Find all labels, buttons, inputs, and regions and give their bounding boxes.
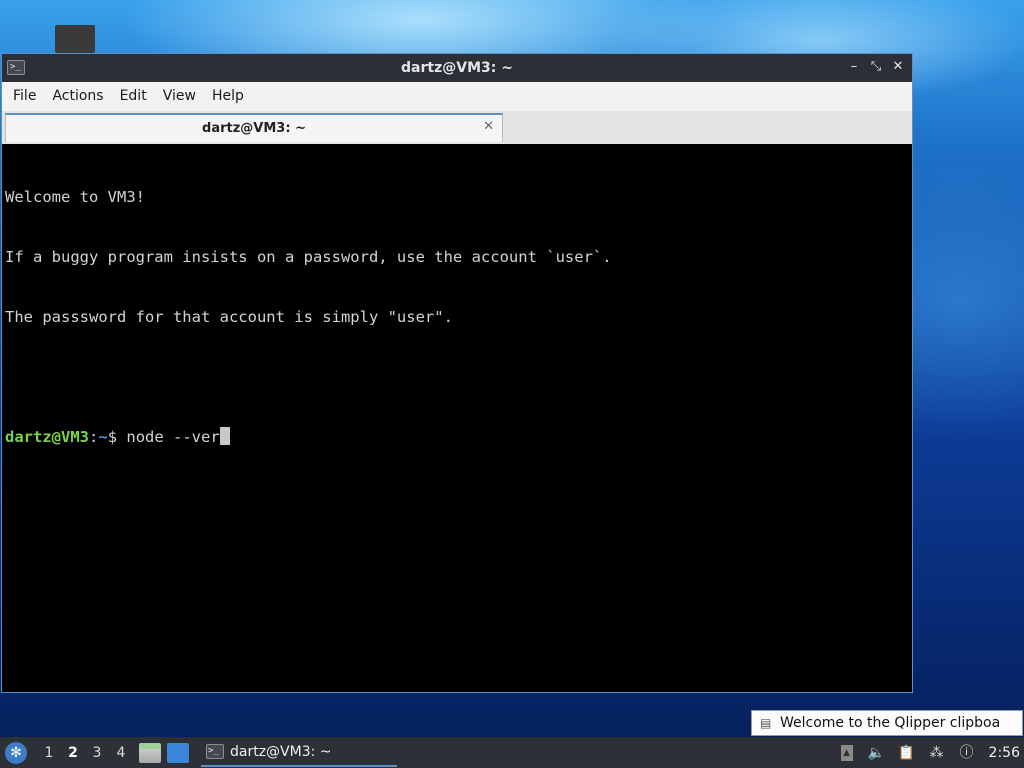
prompt-path: ~	[98, 428, 108, 446]
terminal-line: If a buggy program insists on a password…	[5, 248, 612, 266]
prompt-user: dartz@VM3	[5, 428, 89, 446]
terminal-prompt-line: dartz@VM3:~$ node --ver	[5, 427, 909, 447]
menu-view[interactable]: View	[155, 82, 204, 111]
system-tray: ▲ 🔈 📋 ⁂ ⓘ 2:56	[840, 737, 1024, 768]
terminal-line: The passsword for that account is simply…	[5, 308, 453, 326]
tab-bar: dartz@VM3: ~ ✕	[2, 111, 912, 145]
desktop-switch-2[interactable]: 2	[61, 745, 85, 761]
maximize-button[interactable]: ⤡	[868, 58, 884, 76]
show-desktop-icon[interactable]	[167, 742, 189, 763]
menu-file[interactable]: File	[5, 82, 44, 111]
update-notifier-icon[interactable]: ⓘ	[957, 743, 977, 763]
prompt-symbol: $	[107, 428, 127, 446]
desktop-switch-3[interactable]: 3	[85, 745, 109, 761]
terminal-line: Welcome to VM3!	[5, 188, 145, 206]
volume-icon[interactable]: 🔈	[867, 743, 887, 763]
tab-label: dartz@VM3: ~	[202, 121, 306, 136]
terminal-icon[interactable]: >_	[7, 60, 25, 75]
window-title: dartz@VM3: ~	[401, 60, 513, 76]
task-label: dartz@VM3: ~	[230, 743, 332, 760]
menu-actions[interactable]: Actions	[44, 82, 111, 111]
menu-help[interactable]: Help	[204, 82, 252, 111]
command-input[interactable]: node --ver	[126, 428, 219, 446]
qlipper-notification[interactable]: ▤ Welcome to the Qlipper clipboa	[751, 710, 1023, 736]
file-manager-icon[interactable]	[139, 742, 161, 763]
taskbar: ✻ 1 2 3 4 >_ dartz@VM3: ~ ▲ 🔈 📋 ⁂ ⓘ 2:56	[0, 737, 1024, 768]
desktop-switch-1[interactable]: 1	[37, 745, 61, 761]
terminal-window: >_ dartz@VM3: ~ – ⤡ ✕ File Actions Edit …	[1, 53, 913, 693]
clipboard-icon: ▤	[760, 716, 772, 730]
minimize-button[interactable]: –	[846, 58, 862, 76]
window-titlebar[interactable]: >_ dartz@VM3: ~ – ⤡ ✕	[2, 54, 912, 82]
network-icon[interactable]: ⁂	[927, 743, 947, 763]
menu-bar: File Actions Edit View Help	[2, 82, 912, 111]
notification-text: Welcome to the Qlipper clipboa	[780, 715, 1001, 731]
start-menu-icon[interactable]: ✻	[5, 741, 27, 764]
terminal-icon: >_	[206, 744, 224, 759]
clock[interactable]: 2:56	[989, 745, 1020, 761]
clipboard-tray-icon[interactable]: 📋	[897, 743, 917, 763]
tray-expand-icon[interactable]: ▲	[840, 744, 853, 761]
desktop-switch-4[interactable]: 4	[109, 745, 133, 761]
text-cursor	[219, 427, 230, 445]
tab-close-button[interactable]: ✕	[483, 119, 494, 134]
close-button[interactable]: ✕	[890, 58, 906, 76]
terminal-output[interactable]: Welcome to VM3! If a buggy program insis…	[2, 144, 912, 692]
task-terminal-button[interactable]: >_ dartz@VM3: ~	[201, 739, 397, 767]
tab-terminal[interactable]: dartz@VM3: ~ ✕	[5, 113, 503, 142]
desktop-icon[interactable]	[55, 25, 95, 53]
prompt-separator: :	[89, 428, 99, 446]
menu-edit[interactable]: Edit	[112, 82, 155, 111]
